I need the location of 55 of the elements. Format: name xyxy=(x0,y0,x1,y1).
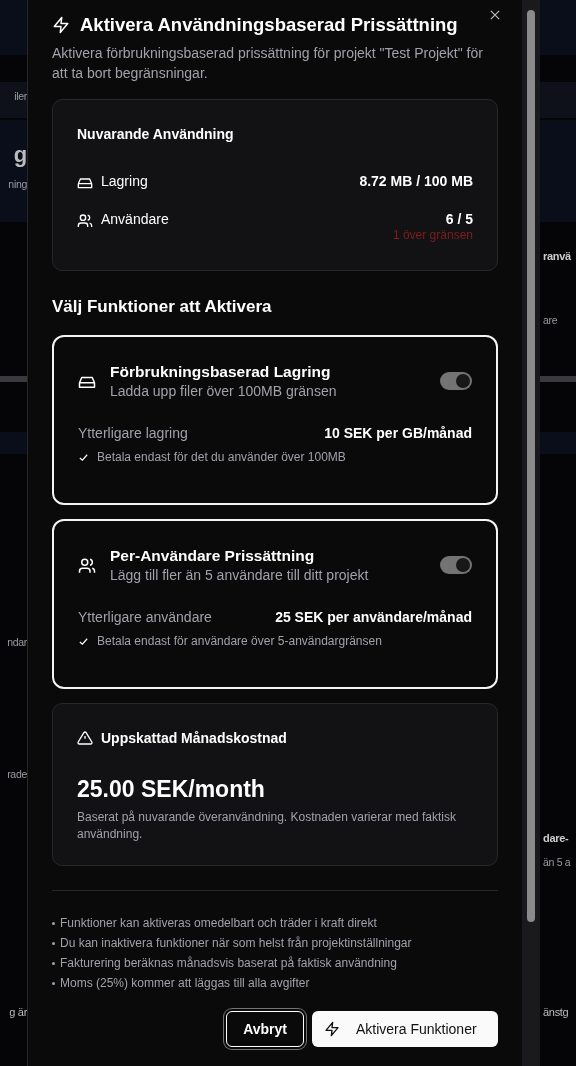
close-button[interactable] xyxy=(488,8,502,22)
warning-icon xyxy=(77,730,93,746)
feature-title: Per-Användare Prissättning xyxy=(110,547,316,565)
cost-note: Baserat på nuvarande överanvändning. Kostnaden varierar med faktisk användning. xyxy=(77,809,457,843)
info-text: Funktioner kan aktiveras omedelbart och träder i kraft direkt xyxy=(60,915,377,932)
background-text: än 5 a xyxy=(543,855,571,870)
info-text: Du kan inaktivera funktioner när som helst från projektinställningar xyxy=(60,935,412,952)
feature-card[interactable]: Per-Användare Prissättning Lägg till fler än 5 användare till ditt projekt Ytterligare användare 25 SEK per användare/månad Betala endast för användare över 5-användargränsen xyxy=(52,519,498,689)
info-text: Fakturering beräknas månadsvis baserat på faktisk användning xyxy=(60,955,397,972)
feature-title: Förbrukningsbaserad Lagring xyxy=(110,363,332,381)
background-text: dare- xyxy=(543,831,569,846)
feature-card[interactable]: Förbrukningsbaserad Lagring Ladda upp filer över 100MB gränsen Ytterligare lagring 10 SEK per GB/månad Betala endast för det du använder över 100MB xyxy=(52,335,498,505)
toggle-switch[interactable] xyxy=(440,372,472,390)
bullet-icon xyxy=(52,942,55,945)
background-text: iler xyxy=(14,89,27,104)
users-icon xyxy=(78,557,96,575)
feature-subtitle: Lägg till fler än 5 användare till ditt projekt xyxy=(110,567,370,583)
bullet-icon xyxy=(52,982,55,985)
price-label: Ytterligare användare xyxy=(78,609,212,625)
usage-label: Lagring xyxy=(101,173,149,189)
bullet-icon xyxy=(52,922,55,925)
background-text: änstg xyxy=(543,1005,569,1020)
lightning-icon xyxy=(324,1021,340,1037)
background-text: ndar xyxy=(7,635,27,650)
dialog-description: Aktivera förbrukningsbaserad prissättning för projekt "Test Projekt" för att ta bort begränsningar. xyxy=(52,44,484,83)
feature-subtitle: Ladda upp filer över 100MB gränsen xyxy=(110,383,338,399)
scrollbar[interactable] xyxy=(522,0,540,1066)
background-text: g xyxy=(13,142,27,168)
price-value: 25 SEK per användare/månad xyxy=(275,609,472,625)
card-title: Uppskattad Månadskostnad xyxy=(101,730,287,746)
usage-value: 8.72 MB / 100 MB xyxy=(359,173,473,189)
info-text: Moms (25%) kommer att läggas till alla avgifter xyxy=(60,975,310,992)
card-title: Nuvarande Användning xyxy=(77,126,235,142)
background-text: are xyxy=(543,313,558,328)
price-label: Ytterligare lagring xyxy=(78,425,188,441)
background-text: g är xyxy=(9,1005,27,1020)
feature-note: Betala endast för det du använder över 100MB xyxy=(97,450,346,464)
limit-warning: 1 över gränsen xyxy=(392,228,473,242)
usage-label: Användare xyxy=(101,211,170,227)
lightning-icon xyxy=(52,16,70,34)
usage-value: 6 / 5 xyxy=(445,211,473,227)
estimated-cost: 25.00 SEK/month xyxy=(77,776,266,803)
background-text: rade xyxy=(7,767,27,782)
section-heading: Välj Funktioner att Aktivera xyxy=(52,297,273,317)
price-value: 10 SEK per GB/månad xyxy=(324,425,472,441)
hard-drive-icon xyxy=(77,175,93,191)
background-text: ning xyxy=(8,177,27,192)
bullet-icon xyxy=(52,962,55,965)
users-icon xyxy=(77,213,93,229)
background-text: ranvä xyxy=(543,249,571,264)
dialog-title: Aktivera Användningsbaserad Prissättning xyxy=(80,14,458,36)
toggle-switch[interactable] xyxy=(440,556,472,574)
feature-note: Betala endast för användare över 5-användargränsen xyxy=(97,634,382,648)
activate-button[interactable]: Aktivera Funktioner xyxy=(312,1011,498,1047)
cancel-button[interactable]: Avbryt xyxy=(226,1011,304,1047)
